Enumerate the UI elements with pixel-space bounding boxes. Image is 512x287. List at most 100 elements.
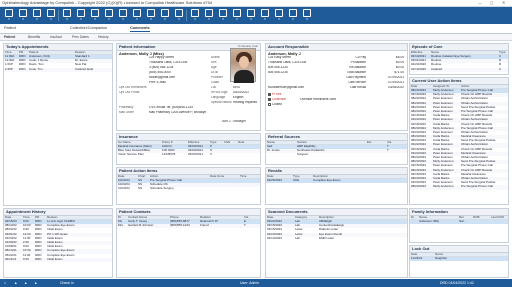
- column-header[interactable]: Time: [22, 216, 34, 219]
- toolbar-button-9[interactable]: ▾: [118, 8, 128, 22]
- column-header[interactable]: Date: [4, 216, 22, 219]
- toolbar-button-10[interactable]: ▾: [132, 8, 142, 22]
- home-icon[interactable]: ⌂: [4, 281, 6, 285]
- toolbar-button-22[interactable]: ▾: [302, 8, 312, 22]
- minimize-icon[interactable]: —: [478, 0, 482, 6]
- collection-checkbox[interactable]: [268, 98, 271, 101]
- nav-icon[interactable]: ▲: [24, 281, 27, 285]
- column-header[interactable]: Section: [296, 141, 366, 144]
- column-header[interactable]: Name: [434, 253, 508, 256]
- column-header[interactable]: Date: [117, 175, 137, 178]
- subtab-prev-dates[interactable]: Prev Dates: [72, 35, 89, 39]
- column-header[interactable]: Name: [418, 216, 458, 219]
- column-header[interactable]: Reason: [74, 51, 112, 54]
- checkin-button[interactable]: Check In: [60, 281, 74, 285]
- toolbar-button-15[interactable]: ▾: [204, 8, 214, 22]
- closed-checkbox[interactable]: [268, 103, 271, 106]
- column-header[interactable]: DOB: [472, 216, 490, 219]
- nav-icon[interactable]: ▲: [14, 281, 17, 285]
- patient-photo[interactable]: [230, 48, 256, 83]
- column-header[interactable]: Name: [430, 51, 498, 54]
- column-header[interactable]: Effective: [187, 141, 209, 144]
- referral-row[interactable]: Surgeon: [266, 153, 407, 157]
- document-row[interactable]: 02/14/2022 Lab EMR Letter: [266, 237, 407, 241]
- pt-self-checkbox[interactable]: [268, 93, 271, 96]
- toolbar-button-6[interactable]: ▾: [76, 8, 86, 22]
- column-header[interactable]: Type: [209, 141, 223, 144]
- column-header[interactable]: PR: [18, 51, 28, 54]
- toolbar-add-button[interactable]: ▾: [4, 8, 14, 22]
- subtab-history[interactable]: History: [98, 35, 109, 39]
- column-header[interactable]: Ext: [366, 141, 386, 144]
- toolbar-button-19[interactable]: ▾: [260, 8, 270, 22]
- column-header[interactable]: Contact Name: [127, 216, 169, 219]
- column-header[interactable]: Via: [243, 216, 257, 219]
- tab-patient[interactable]: Patient: [4, 26, 16, 31]
- toolbar-button-3[interactable]: ▾: [32, 8, 42, 22]
- column-header[interactable]: Last DOS: [490, 216, 508, 219]
- toolbar-button-17[interactable]: ▾: [232, 8, 242, 22]
- toolbar-button-4[interactable]: ▾: [46, 8, 56, 22]
- column-header[interactable]: Assigned To: [432, 85, 460, 88]
- toolbar-button-8[interactable]: ▾: [104, 8, 114, 22]
- family-row[interactable]: Anderson, Billy Son: [410, 220, 508, 225]
- column-header[interactable]: Description: [312, 175, 406, 178]
- column-header[interactable]: Description: [318, 216, 406, 219]
- column-header[interactable]: Date Done: [209, 175, 239, 178]
- toolbar-button-2[interactable]: ▾: [18, 8, 28, 22]
- tab-comments[interactable]: Comments: [130, 26, 150, 32]
- column-header[interactable]: Policy #: [161, 141, 187, 144]
- column-header[interactable]: Name: [266, 141, 296, 144]
- column-header[interactable]: Phone: [169, 216, 199, 219]
- column-header[interactable]: Chart: [137, 175, 149, 178]
- tab-collection-companion[interactable]: Collection/Companion: [70, 26, 107, 31]
- toolbar-button-5[interactable]: ▾: [62, 8, 72, 22]
- recall-row[interactable]: 03/25/2022 SCE Complete Eye Exam: [266, 179, 407, 184]
- column-header[interactable]: Patient: [28, 51, 74, 54]
- column-header[interactable]: VSN: [223, 141, 237, 144]
- appointment-row[interactable]: 2:45P DRD Cook, Tim Cataract Eval: [4, 67, 112, 72]
- column-header[interactable]: Time: [239, 175, 259, 178]
- subtab-benefits[interactable]: Benefits: [28, 35, 40, 39]
- column-header[interactable]: Time: [4, 51, 18, 54]
- toolbar-button-20[interactable]: ▾: [274, 8, 284, 22]
- column-header[interactable]: PR: [34, 216, 46, 219]
- column-header[interactable]: Note: [237, 141, 257, 144]
- patient-action-row[interactable]: 10/23/24 SS Schedule Surgery: [117, 187, 260, 191]
- lockout-row[interactable]: 11/22/21 Neighbor: [410, 257, 508, 262]
- toolbar-button-11[interactable]: ▾: [146, 8, 156, 22]
- history-row[interactable]: 02/11/21 9:30 DRD Initial Exam: [4, 257, 112, 262]
- toolbar-button-7[interactable]: ▾: [90, 8, 100, 22]
- toolbar-button-13[interactable]: ▾: [174, 8, 184, 22]
- column-header[interactable]: Date: [410, 85, 432, 88]
- column-header[interactable]: Date: [266, 216, 294, 219]
- toolbar-button-21[interactable]: ▾: [288, 8, 298, 22]
- contact-row[interactable]: Mrs Harriett M Johnson (805)555-1234 Friend…: [117, 224, 260, 229]
- toolbar-button-18[interactable]: ▾: [246, 8, 256, 22]
- column-header[interactable]: Date: [266, 175, 292, 178]
- episode-row[interactable]: 01/14/2020 Cataract C: [410, 67, 508, 72]
- column-header[interactable]: Reason: [46, 216, 112, 219]
- column-header[interactable]: Category: [294, 216, 318, 219]
- nav-icon[interactable]: ▲: [34, 281, 37, 285]
- column-header[interactable]: Type: [498, 51, 508, 54]
- maximize-icon[interactable]: ◻: [490, 0, 493, 6]
- column-header[interactable]: Pt: [117, 216, 127, 219]
- action-row[interactable]: 08/23/2022 Molly Anderson Pre Surgical Pho…: [410, 185, 508, 190]
- column-header[interactable]: Effective: [410, 51, 430, 54]
- column-header[interactable]: Action: [149, 175, 209, 178]
- insurance-row[interactable]: Vision Service Plan 12345678 03/03/2021 V: [117, 153, 260, 157]
- column-header[interactable]: Via: [386, 141, 406, 144]
- column-header[interactable]: Date: [410, 253, 434, 256]
- column-header[interactable]: Type: [292, 175, 312, 178]
- column-header[interactable]: Nr: [410, 216, 418, 219]
- subtab-ins-acct[interactable]: Ins/Acct: [50, 35, 62, 39]
- subtab-patient[interactable]: Patient: [4, 35, 15, 39]
- column-header[interactable]: Action: [460, 85, 508, 88]
- column-header[interactable]: Rel: [458, 216, 472, 219]
- column-header[interactable]: Co Name: [117, 141, 161, 144]
- toolbar-button-14[interactable]: ▾: [190, 8, 200, 22]
- close-icon[interactable]: ✕: [502, 0, 505, 6]
- toolbar-button-16[interactable]: ▾: [218, 8, 228, 22]
- toolbar-button-12[interactable]: ▾: [160, 8, 170, 22]
